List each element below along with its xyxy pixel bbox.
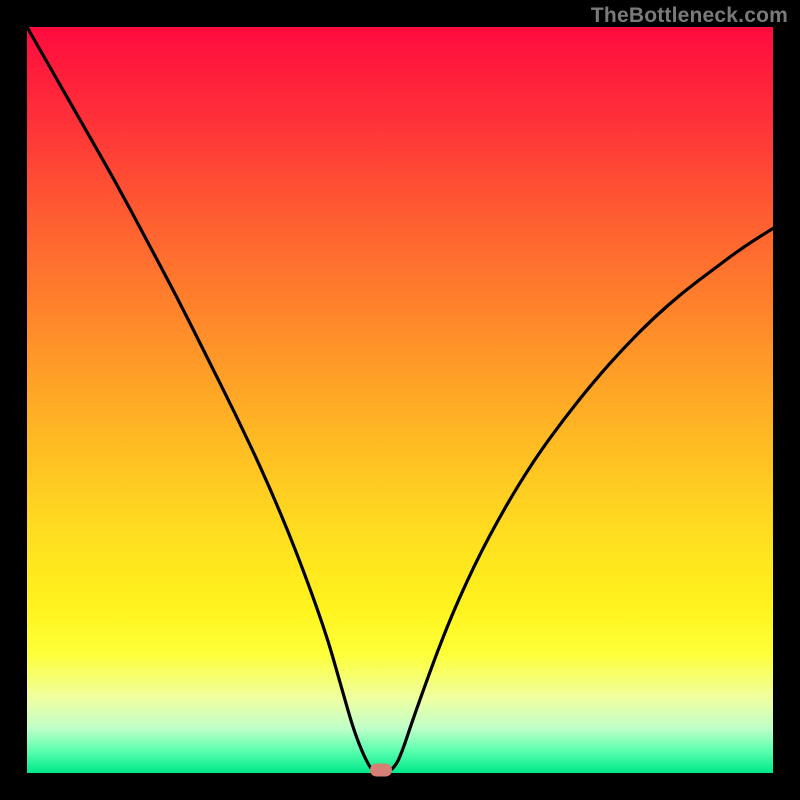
outer-frame: TheBottleneck.com (0, 0, 800, 800)
optimum-marker (370, 764, 392, 777)
watermark-text: TheBottleneck.com (591, 4, 788, 28)
plot-area (27, 27, 773, 773)
bottleneck-curve (27, 27, 773, 773)
